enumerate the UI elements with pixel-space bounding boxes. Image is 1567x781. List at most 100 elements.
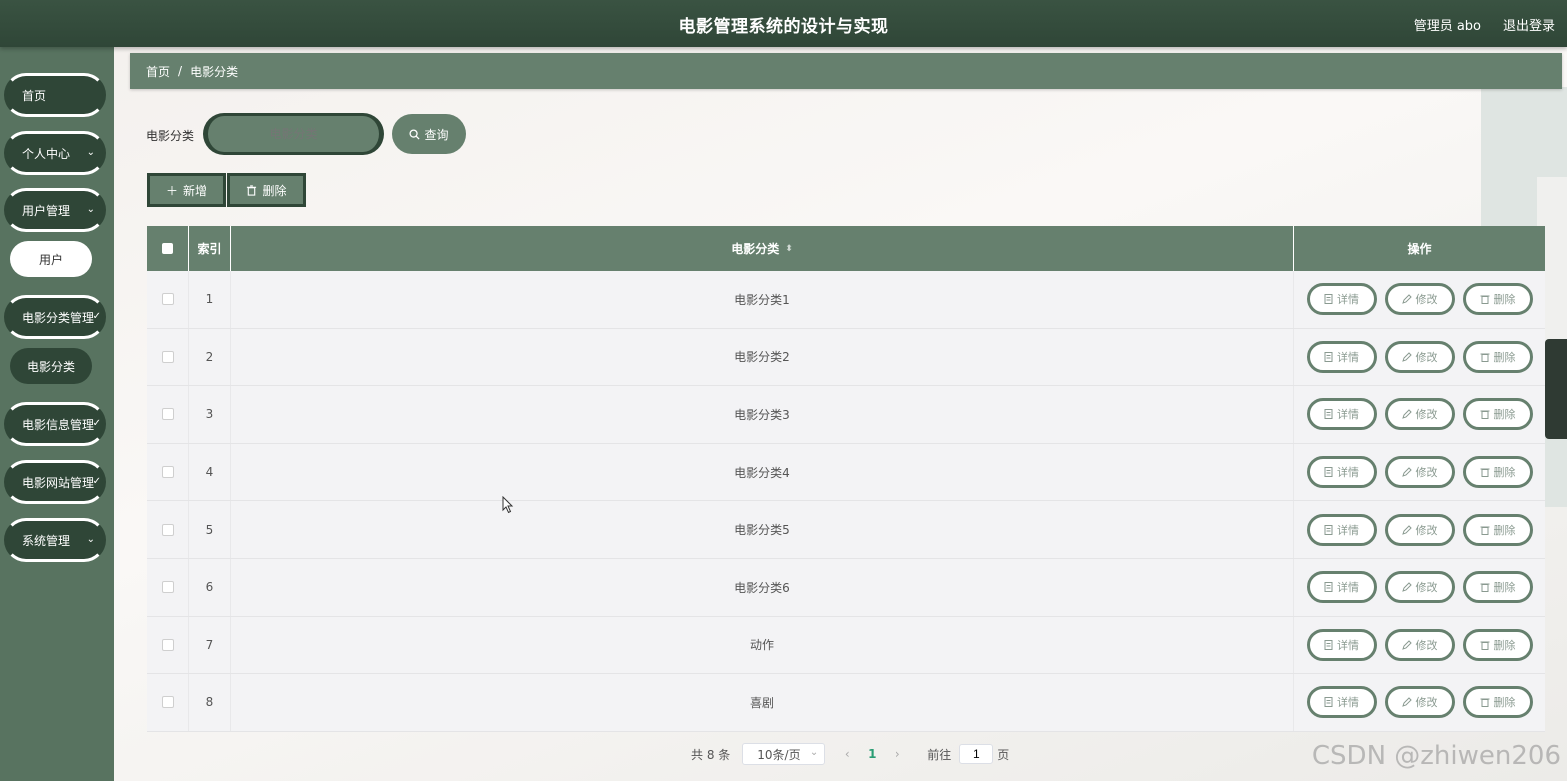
row-operations: 详情 修改 删除 — [1294, 674, 1545, 731]
breadcrumb-separator: / — [178, 64, 183, 78]
search-label: 电影分类 — [146, 129, 195, 143]
delete-button[interactable]: 删除 — [1462, 398, 1533, 431]
delete-label: 删除 — [1493, 523, 1516, 537]
checkbox[interactable] — [161, 696, 174, 709]
batch-delete-button[interactable]: 删除 — [227, 173, 306, 207]
table-row: 8 喜剧 详情 修改 删除 — [147, 674, 1545, 732]
goto-page-input[interactable] — [959, 744, 994, 764]
sidebar-item-user-management[interactable]: 用户管理 ⌄ — [4, 188, 106, 232]
row-select[interactable] — [147, 443, 189, 501]
row-index: 7 — [189, 616, 231, 674]
pagination: 共 8 条 10条/页 ⌄ ‹ 1 › 前往 页 — [691, 743, 1009, 765]
page-size-value: 10条/页 — [757, 747, 801, 762]
edit-label: 修改 — [1415, 293, 1438, 307]
search-button[interactable]: 查询 — [392, 114, 466, 154]
edit-button[interactable]: 修改 — [1384, 340, 1455, 373]
row-operations: 详情 修改 删除 — [1294, 271, 1545, 328]
row-category-name: 动作 — [231, 616, 1294, 674]
row-select[interactable] — [147, 386, 189, 443]
row-select[interactable] — [147, 271, 189, 328]
chevron-down-icon: ⌄ — [86, 204, 95, 215]
checkbox[interactable] — [162, 243, 173, 254]
row-select[interactable] — [147, 328, 189, 386]
row-select[interactable] — [147, 616, 189, 674]
edit-button[interactable]: 修改 — [1384, 628, 1455, 661]
add-button[interactable]: ＋ 新增 — [147, 173, 226, 207]
current-user: 管理员 abo — [1413, 19, 1481, 34]
row-index: 2 — [189, 328, 231, 386]
header-index: 索引 — [189, 226, 231, 271]
sidebar-item-system-management[interactable]: 系统管理 ⌄ — [4, 518, 106, 562]
sidebar-item-label: 系统管理 — [22, 533, 71, 548]
delete-label: 删除 — [1493, 408, 1516, 422]
delete-button[interactable]: 删除 — [1462, 513, 1533, 546]
row-category-name: 电影分类5 — [231, 501, 1294, 558]
trash-icon — [1480, 698, 1489, 708]
edit-button[interactable]: 修改 — [1384, 398, 1455, 431]
edit-button[interactable]: 修改 — [1384, 513, 1455, 546]
page-number-current[interactable]: 1 — [857, 747, 887, 761]
trash-icon — [1480, 641, 1489, 650]
header-category[interactable]: 电影分类 ⬍ — [231, 226, 1294, 271]
sidebar-item-website-management[interactable]: 电影网站管理 ✓ — [4, 460, 106, 504]
sort-icon[interactable]: ⬍ — [785, 244, 793, 254]
checkbox[interactable] — [161, 523, 174, 536]
checkbox[interactable] — [161, 466, 174, 479]
edit-button[interactable]: 修改 — [1384, 686, 1455, 719]
checkbox[interactable] — [161, 581, 174, 594]
detail-button[interactable]: 详情 — [1306, 283, 1377, 316]
sidebar-item-personal-center[interactable]: 个人中心 ⌄ — [4, 131, 106, 175]
sidebar-item-home[interactable]: 首页 — [4, 73, 106, 117]
edit-icon — [1401, 697, 1412, 708]
checkbox[interactable] — [161, 293, 174, 306]
sidebar-item-label: 电影分类 — [26, 359, 75, 374]
delete-button[interactable]: 删除 — [1462, 686, 1533, 719]
row-category-name: 电影分类2 — [231, 328, 1294, 386]
checkbox[interactable] — [161, 350, 174, 363]
sidebar-item-category-management[interactable]: 电影分类管理 ✓ — [4, 295, 106, 339]
header-select-all[interactable] — [147, 226, 189, 271]
next-page-button[interactable]: › — [887, 747, 907, 761]
delete-label: 删除 — [1493, 350, 1516, 364]
edit-button[interactable]: 修改 — [1384, 571, 1455, 604]
delete-button[interactable]: 删除 — [1462, 340, 1533, 373]
edit-button[interactable]: 修改 — [1384, 283, 1455, 316]
edit-button[interactable]: 修改 — [1384, 456, 1455, 489]
row-select[interactable] — [147, 501, 189, 558]
detail-label: 详情 — [1337, 408, 1359, 422]
detail-button[interactable]: 详情 — [1306, 456, 1377, 489]
detail-button[interactable]: 详情 — [1306, 340, 1377, 373]
delete-button[interactable]: 删除 — [1462, 571, 1533, 604]
trash-icon — [1480, 583, 1489, 593]
sidebar-subitem-category[interactable]: 电影分类 — [10, 348, 92, 384]
edit-label: 修改 — [1415, 523, 1438, 537]
row-select[interactable] — [147, 558, 189, 616]
logout-button[interactable]: 退出登录 — [1503, 15, 1555, 34]
delete-button[interactable]: 删除 — [1462, 628, 1533, 661]
checkbox[interactable] — [161, 408, 174, 421]
row-index: 5 — [189, 501, 231, 558]
delete-label: 删除 — [1493, 293, 1516, 307]
detail-button[interactable]: 详情 — [1306, 628, 1377, 661]
chevron-icon: ✓ — [92, 311, 101, 322]
sidebar-item-movie-info-management[interactable]: 电影信息管理 ✓ — [4, 402, 106, 446]
edit-label: 修改 — [1415, 581, 1438, 595]
detail-button[interactable]: 详情 — [1306, 398, 1377, 431]
row-select[interactable] — [147, 674, 189, 731]
page-size-select[interactable]: 10条/页 ⌄ — [742, 743, 826, 765]
detail-button[interactable]: 详情 — [1306, 571, 1377, 604]
side-drawer-handle[interactable] — [1545, 339, 1567, 439]
delete-button[interactable]: 删除 — [1462, 283, 1533, 316]
plus-icon: ＋ — [165, 183, 178, 198]
search-input[interactable] — [203, 113, 384, 155]
breadcrumb-home[interactable]: 首页 — [146, 63, 170, 80]
detail-button[interactable]: 详情 — [1306, 513, 1377, 546]
prev-page-button[interactable]: ‹ — [837, 747, 857, 761]
delete-button[interactable]: 删除 — [1462, 456, 1533, 489]
sidebar-subitem-user[interactable]: 用户 — [10, 241, 92, 277]
document-icon — [1324, 524, 1333, 535]
trash-icon — [1480, 353, 1489, 362]
detail-button[interactable]: 详情 — [1306, 686, 1377, 719]
trash-icon — [1480, 410, 1489, 420]
checkbox[interactable] — [161, 638, 174, 651]
